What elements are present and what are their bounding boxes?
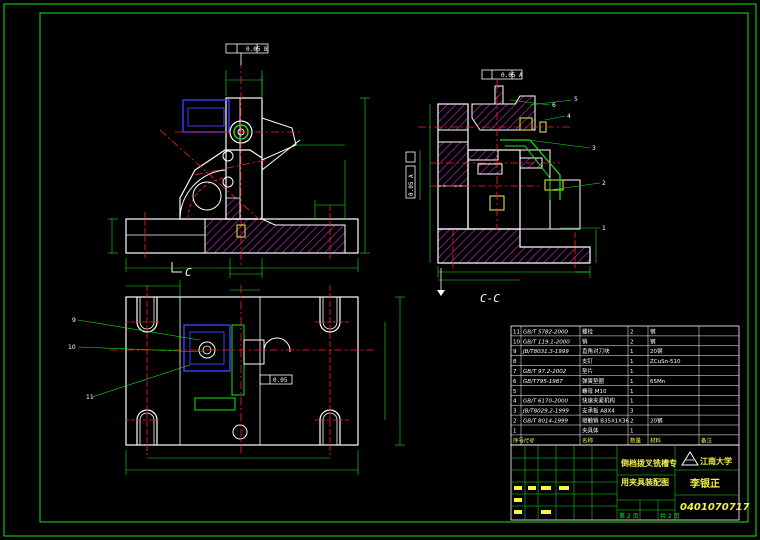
- bom-cell: 1: [630, 379, 634, 385]
- bom-cell: 钢: [650, 327, 656, 335]
- section-leader-1: 1: [602, 225, 606, 232]
- bom-cell: 2: [630, 339, 634, 345]
- bom-cell: 支承板 A8X4: [582, 407, 615, 415]
- front-tolerance-label: 0.05 B: [246, 46, 268, 53]
- bom-cell: 支钉: [582, 357, 594, 365]
- plan-leader-9: 9: [72, 317, 76, 324]
- bom-cell: 接触销 B35X1X36: [582, 417, 630, 425]
- bom-cell: 20钢: [650, 347, 663, 355]
- bom-cell: 1: [630, 389, 634, 395]
- bom-cell: 钢: [650, 337, 656, 345]
- bom-cell: 20钢: [650, 417, 663, 425]
- student-id: 0401070717: [680, 502, 750, 513]
- bom-cell: 弹簧垫圈: [582, 377, 605, 385]
- section-leader-3: 3: [592, 145, 596, 152]
- bom-cell: 8: [513, 359, 517, 365]
- bom-cell: 4: [513, 399, 517, 405]
- bom-cell: 2: [513, 419, 517, 425]
- bom-cell: 3: [513, 409, 517, 415]
- section-view-label: C-C: [480, 292, 500, 305]
- bom-cell: 1: [513, 428, 517, 434]
- bom-cell: 垫片: [582, 367, 593, 375]
- bom-header-cell: 名称: [582, 436, 594, 444]
- bom-cell: 螺母 M10: [582, 387, 607, 395]
- bom-cell: 销: [582, 337, 588, 345]
- bom-cell: 1: [630, 369, 634, 375]
- bom-cell: 2: [630, 419, 634, 425]
- section-leader-4: 4: [567, 113, 571, 120]
- bom-cell: 1: [630, 349, 634, 355]
- bom-cell: GB/T 119.1-2000: [523, 339, 570, 345]
- bom-cell: GB/T795-1987: [523, 379, 563, 385]
- bom-header-cell: 材料: [650, 436, 662, 444]
- front-view-label: C: [185, 266, 192, 279]
- bom-cell: 5: [513, 389, 517, 395]
- bom-cell: 1: [630, 428, 634, 434]
- designer-name: 李银正: [689, 477, 720, 490]
- bom-cell: 9: [513, 349, 517, 355]
- bom-cell: 直角对刀块: [582, 347, 610, 355]
- bom-header-cell: 代号: [523, 437, 535, 444]
- bom-cell: ZCuSn-510: [650, 359, 681, 365]
- bom-cell: 6: [513, 379, 517, 385]
- section-leader-6: 6: [552, 102, 556, 109]
- title-line-2: 用夹具装配图: [620, 477, 669, 487]
- plan-tolerance-label: 0.05: [273, 377, 288, 384]
- bom-cell: GB/T 97.2-2002: [523, 369, 567, 375]
- plan-leader-11: 11: [86, 394, 94, 401]
- bom-cell: 夹具体: [582, 426, 599, 434]
- cad-drawing-canvas: 0.05 B C 0.05 A 0.05 A C-C 1 2 3 4 5 6 0…: [0, 0, 760, 540]
- bom-cell: 65Mn: [650, 379, 666, 385]
- section-leader-2: 2: [602, 180, 606, 187]
- bom-cell: GB/T 8014-1999: [523, 419, 568, 425]
- bom-cell: JB/T8031.3-1999: [522, 349, 569, 355]
- bom-cell: GB/T 5782-2000: [523, 329, 568, 335]
- bom-cell: 1: [630, 399, 634, 405]
- bom-cell: GB/T 6170-2000: [523, 399, 568, 405]
- sheet-total: 共 2 页: [660, 512, 680, 520]
- title-line-1: 倒档拨叉铣槽专: [620, 458, 677, 468]
- bom-cell: 1: [630, 359, 634, 365]
- bom-cell: 7: [513, 369, 517, 375]
- bom-cell: 10: [513, 339, 520, 345]
- plan-leader-10: 10: [68, 344, 76, 351]
- section-side-tolerance: 0.05 A: [408, 174, 415, 196]
- bom-cell: 螺栓: [582, 327, 594, 335]
- bom-cell: 快速夹紧机构: [582, 397, 616, 405]
- bom-cell: 11: [513, 329, 520, 335]
- section-leader-5: 5: [574, 96, 578, 103]
- bom-cell: 2: [630, 329, 634, 335]
- bom-header-cell: 备注: [701, 436, 713, 444]
- bom-cell: JB/T8029.2-1999: [522, 409, 569, 415]
- bom-cell: 3: [630, 409, 634, 415]
- sheet-info: 第 2 页: [619, 512, 639, 520]
- section-tolerance-label: 0.05 A: [501, 72, 523, 79]
- bom-header-cell: 数量: [630, 436, 642, 444]
- university-name: 江南大学: [700, 456, 732, 466]
